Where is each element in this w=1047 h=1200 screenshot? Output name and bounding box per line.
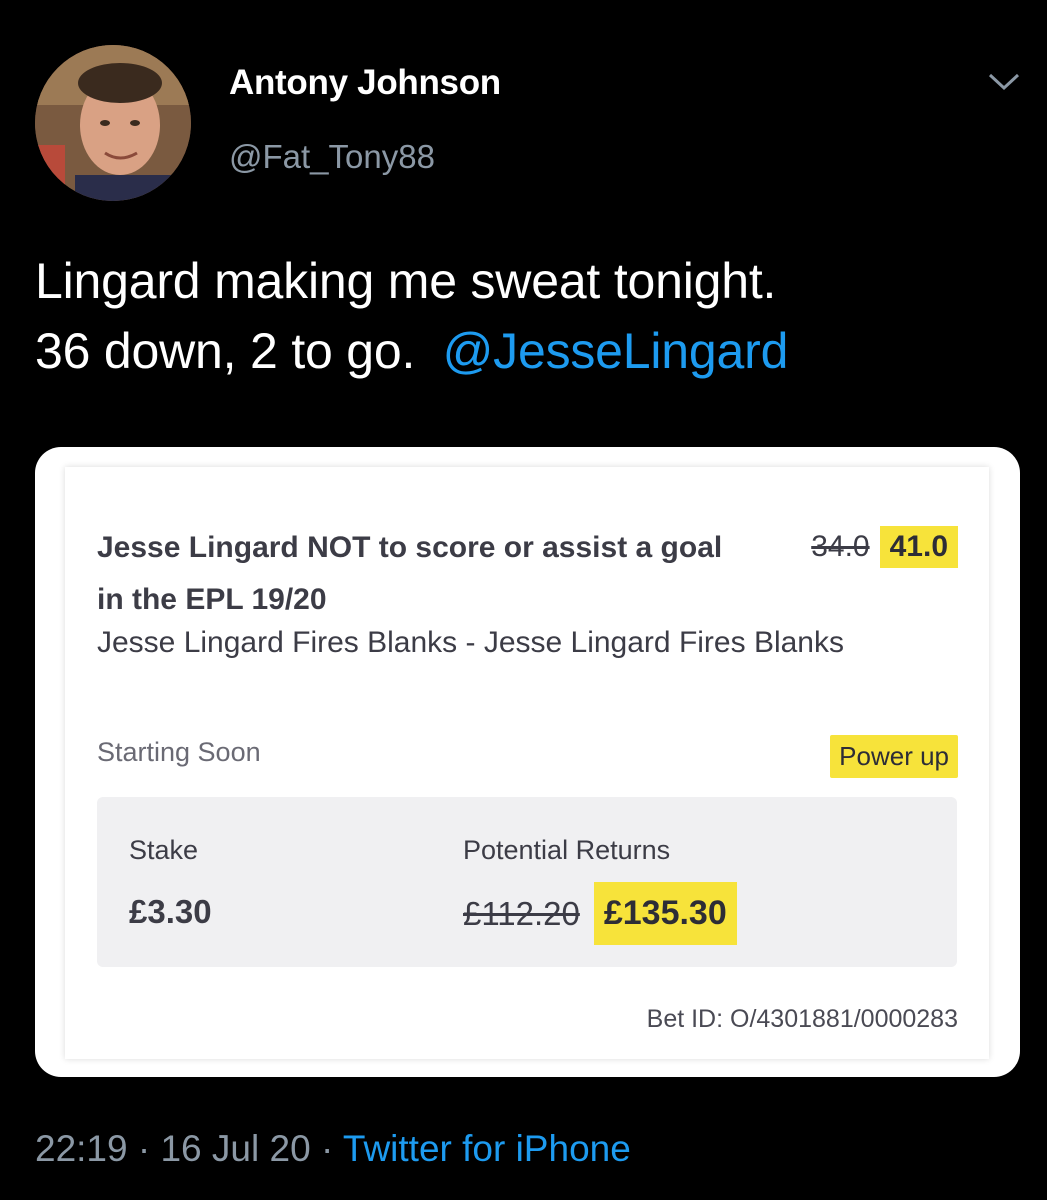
tweet-text: Lingard making me sweat tonight. 36 down…	[35, 246, 1025, 386]
tweet-text-line-2: 36 down, 2 to go. @JesseLingard	[35, 316, 1025, 386]
author-display-name[interactable]: Antony Johnson	[229, 63, 501, 103]
odds-new: 41.0	[879, 526, 958, 568]
tweet-text-line-2-prefix: 36 down, 2 to go.	[35, 323, 416, 379]
stake-value: £3.30	[129, 893, 212, 930]
tweet-image[interactable]: Jesse Lingard NOT to score or assist a g…	[35, 447, 1020, 1077]
power-up-badge: Power up	[830, 735, 958, 778]
tweet-meta: 22:19 · 16 Jul 20 · Twitter for iPhone	[35, 1128, 631, 1170]
returns: £112.20 £135.30	[463, 882, 737, 945]
chevron-down-icon[interactable]	[986, 70, 1022, 94]
bet-status: Starting Soon	[97, 737, 261, 767]
returns-new: £135.30	[593, 882, 737, 945]
stake-panel: Stake £3.30 Potential Returns £112.20 £1…	[97, 797, 957, 967]
odds: 34.0 41.0	[811, 526, 958, 568]
bet-subtitle: Jesse Lingard Fires Blanks - Jesse Linga…	[97, 626, 844, 659]
bet-slip-card: Jesse Lingard NOT to score or assist a g…	[65, 467, 989, 1059]
tweet-source-link[interactable]: Twitter for iPhone	[343, 1128, 631, 1169]
separator: ·	[137, 1128, 151, 1169]
tweet-date[interactable]: 16 Jul 20	[160, 1128, 310, 1169]
tweet-time[interactable]: 22:19	[35, 1128, 128, 1169]
returns-label: Potential Returns	[463, 835, 671, 865]
separator: ·	[320, 1128, 334, 1169]
tweet-text-line-1: Lingard making me sweat tonight.	[35, 253, 777, 309]
bet-title: Jesse Lingard NOT to score or assist a g…	[97, 531, 723, 616]
avatar-photo	[35, 45, 191, 201]
author-handle[interactable]: @Fat_Tony88	[229, 138, 435, 176]
bet-id: Bet ID: O/4301881/0000283	[646, 1005, 958, 1033]
user-avatar[interactable]	[35, 45, 191, 201]
mention-link[interactable]: @JesseLingard	[443, 323, 789, 379]
returns-old: £112.20	[463, 894, 580, 932]
odds-old: 34.0	[811, 530, 870, 563]
stake-label: Stake	[129, 835, 199, 865]
